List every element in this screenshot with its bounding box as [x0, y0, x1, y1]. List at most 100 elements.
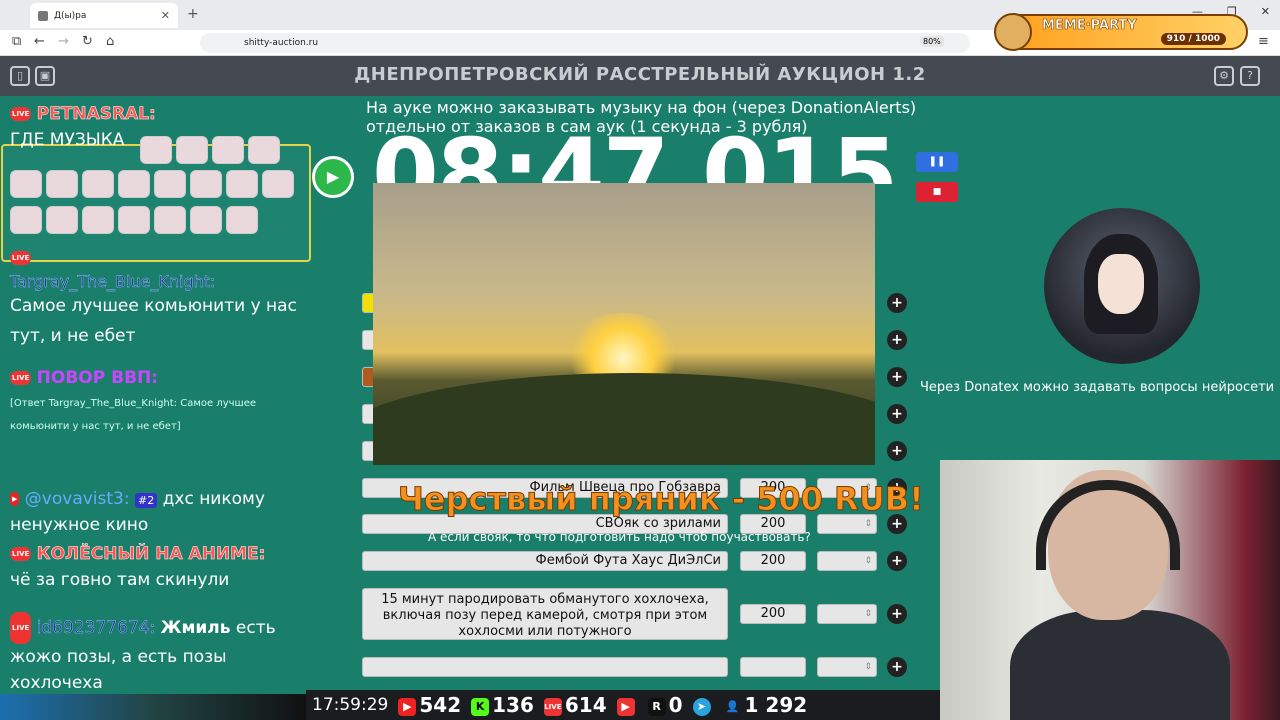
chat-username: ПОВОР ВВП:: [36, 368, 159, 388]
add-lot-button[interactable]: +: [887, 367, 907, 387]
add-lot-button[interactable]: +: [887, 404, 907, 424]
live-badge-icon: LIVE: [10, 371, 32, 385]
emote-icon: [190, 170, 222, 198]
emote-icon: [82, 170, 114, 198]
emote-icon: [226, 206, 258, 234]
play-button[interactable]: ▶: [312, 156, 354, 198]
rutube-icon: R: [647, 697, 666, 716]
webcam-feed: [940, 460, 1280, 720]
emote-icon: [10, 206, 42, 234]
rank-badge: #2: [135, 493, 158, 508]
lot-extra-field[interactable]: ⇕: [817, 657, 877, 677]
emote-icon: [226, 170, 258, 198]
emote-icon: [154, 206, 186, 234]
chat-text: Самое лучшее комьюнити у нас тут, и не е…: [10, 296, 297, 346]
app-title: ДНЕПРОПЕТРОВСКИЙ РАССТРЕЛЬНЫЙ АУКЦИОН 1.…: [354, 64, 926, 85]
new-tab-icon[interactable]: +: [187, 6, 199, 22]
lot-title-input[interactable]: [362, 657, 728, 677]
browser-tab[interactable]: Д(ы)ра ✕: [30, 3, 178, 28]
lot-amount-input[interactable]: [740, 657, 806, 677]
youtube-icon: ▶: [10, 492, 20, 506]
emote-icon: [82, 206, 114, 234]
help-icon[interactable]: ?: [1240, 66, 1260, 86]
chat-username: PETNASRAL:: [36, 104, 156, 125]
chat-username: id692377674:: [36, 618, 156, 638]
chat-text: ГДЕ МУЗЫКА: [10, 130, 125, 150]
menu-icon[interactable]: ≡: [1258, 34, 1269, 49]
emote-icon: [190, 206, 222, 234]
home-icon[interactable]: ⌂: [106, 34, 114, 49]
back-icon[interactable]: ←: [34, 34, 45, 49]
hill-image: [373, 373, 875, 465]
kick-count: 136: [492, 693, 534, 717]
auction-timer: 08:47.015: [372, 118, 897, 184]
meme-party-widget: MEME·PARTY 910 / 1000: [994, 13, 1248, 51]
live-badge-icon: LIVE: [10, 612, 32, 644]
emote-icon: [140, 136, 172, 164]
donation-alert-title: Черствый пряник - 500 RUB!: [398, 480, 925, 519]
chat-message: LIVE Targray_The_Blue_Knight: Самое лучш…: [10, 248, 306, 351]
add-lot-button[interactable]: +: [887, 441, 907, 461]
emote-icon: [46, 170, 78, 198]
pause-button[interactable]: ❚❚: [916, 152, 958, 172]
lot-extra-field[interactable]: ⇕: [817, 551, 877, 571]
add-lot-button[interactable]: +: [887, 293, 907, 313]
emote-icon: [118, 170, 150, 198]
add-lot-button[interactable]: +: [887, 657, 907, 677]
emote-icon: [10, 170, 42, 198]
youtube-count: 542: [419, 693, 462, 717]
stop-button[interactable]: ■: [916, 182, 958, 202]
chat-message: LIVE id692377674: Жмиль есть жожо позы, …: [10, 612, 306, 696]
emote-icon: [46, 206, 78, 234]
chat-message: ▶ @vovavist3: #2 дхс никому ненужное кин…: [10, 486, 306, 538]
favicon-icon: [38, 10, 48, 21]
add-lot-button[interactable]: +: [887, 330, 907, 350]
rutube-count: 0: [668, 693, 683, 717]
doge-icon: [994, 13, 1032, 51]
emote-icon: [248, 136, 280, 164]
video-player[interactable]: [373, 183, 875, 465]
donatex-note: Через Donatex можно задавать вопросы ней…: [920, 380, 1275, 395]
emote-icon: [212, 136, 244, 164]
kick-icon: K: [471, 697, 490, 716]
streamer-body: [1010, 610, 1230, 720]
settings-icon[interactable]: ⚙: [1214, 66, 1234, 86]
reload-icon[interactable]: ↻: [82, 34, 93, 49]
live-badge-icon: LIVE: [10, 251, 32, 265]
emote-icon: [154, 170, 186, 198]
forward-icon[interactable]: →: [58, 34, 69, 49]
sidebar-toggle-icon[interactable]: ⧉: [12, 34, 21, 49]
emote-row: [10, 206, 258, 234]
chat-reply: [Ответ Targray_The_Blue_Knight: Самое лу…: [10, 398, 257, 432]
vklive-icon: LIVE: [543, 697, 562, 716]
close-tab-icon[interactable]: ✕: [161, 9, 170, 22]
chat-username: @vovavist3:: [24, 489, 130, 509]
close-window-icon[interactable]: ✕: [1261, 5, 1270, 18]
url-text: shitty-auction.ru: [244, 38, 319, 48]
stream-stats-bar: 17:59:29 ▶ 542 K 136 LIVE 614 ▶ R0 ➤ 👤 1 292: [306, 690, 940, 720]
meme-party-title: MEME·PARTY: [1042, 18, 1137, 34]
lot-extra-field[interactable]: ⇕: [817, 604, 877, 624]
lot-amount[interactable]: 200: [740, 604, 806, 624]
add-lot-button[interactable]: +: [887, 604, 907, 624]
telegram-icon: ➤: [692, 697, 711, 716]
clock: 17:59:29: [312, 695, 389, 715]
emote-row: [140, 136, 280, 164]
lot-title[interactable]: 15 минут пародировать обманутого хохлоче…: [362, 588, 728, 640]
chat-text: чё за говно там скинули: [10, 570, 230, 590]
emote-icon: [118, 206, 150, 234]
emote-icon: [176, 136, 208, 164]
vtuber-avatar: [1044, 208, 1200, 364]
chat-message: LIVE ПОВОР ВВП: [Ответ Targray_The_Blue_…: [10, 368, 300, 438]
live-badge-icon: LIVE: [10, 107, 32, 121]
chat-panel: LIVE PETNASRAL: ГДЕ МУЗЫКА LIVE Targray_…: [0, 96, 318, 696]
headset-icon: [1036, 480, 1180, 570]
avatar-face: [1098, 254, 1144, 314]
lot-title[interactable]: Фембой Футa Хаус ДиЭлСи: [362, 551, 728, 571]
url-field[interactable]: shitty-auction.ru: [200, 33, 970, 53]
live-count: 614: [564, 693, 607, 717]
add-lot-button[interactable]: +: [887, 551, 907, 571]
app-header: ▯ ▣ ДНЕПРОПЕТРОВСКИЙ РАССТРЕЛЬНЫЙ АУКЦИО…: [0, 56, 1280, 96]
lot-amount[interactable]: 200: [740, 551, 806, 571]
zoom-indicator[interactable]: 80%: [920, 36, 944, 47]
